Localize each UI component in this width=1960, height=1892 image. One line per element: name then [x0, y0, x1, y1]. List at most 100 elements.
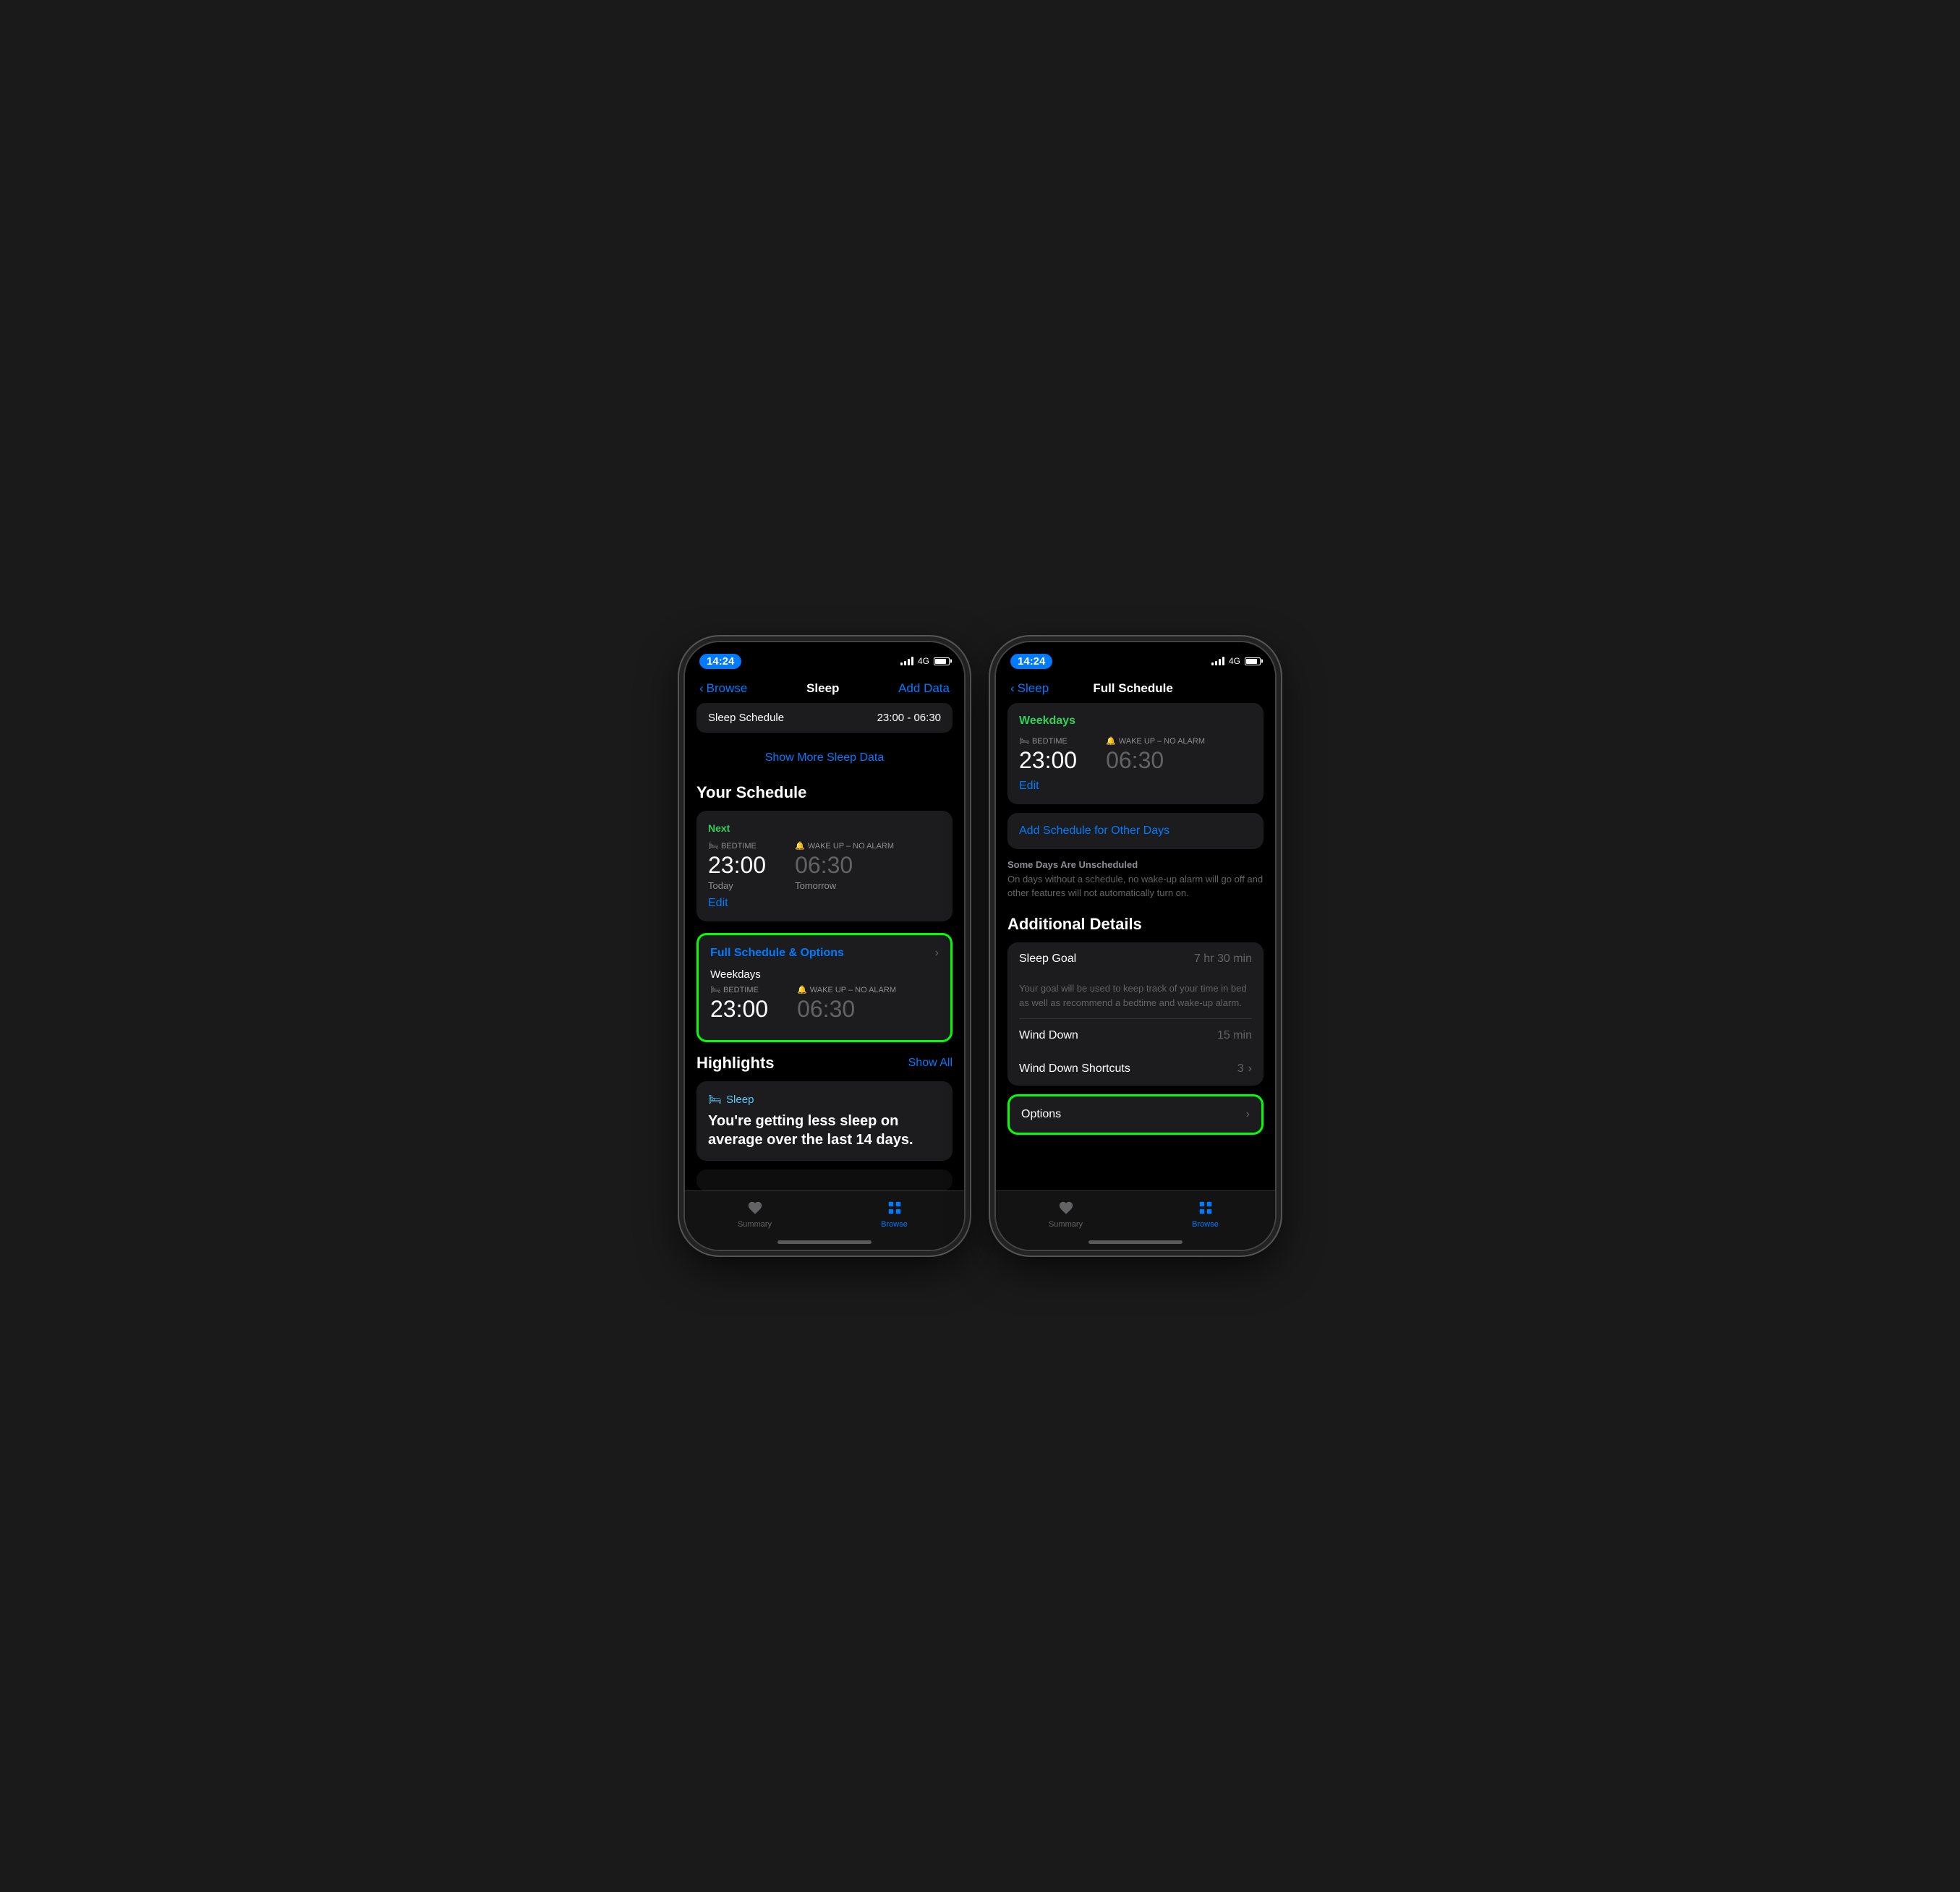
show-more-sleep-btn[interactable]: Show More Sleep Data: [696, 744, 953, 772]
phone-1: 14:24 4G ‹ Browse: [683, 641, 966, 1251]
detail-card-group: Sleep Goal 7 hr 30 min Your goal will be…: [1007, 942, 1264, 1086]
cutoff-card: [696, 1169, 953, 1191]
nav-bar-2: ‹ Sleep Full Schedule: [996, 674, 1275, 703]
tab-browse-label-2: Browse: [1192, 1220, 1219, 1229]
back-chevron-2: ‹: [1010, 681, 1015, 696]
unscheduled-body: On days without a schedule, no wake-up a…: [1007, 874, 1263, 899]
weekdays-card: Weekdays 🛏 BEDTIME 23:00 🔔 WAKE UP – NO …: [1007, 703, 1264, 804]
weekdays-edit-link[interactable]: Edit: [1019, 780, 1252, 793]
status-icons-2: 4G: [1211, 656, 1261, 666]
signal-bar-2-4: [1222, 657, 1224, 665]
edit-link-1[interactable]: Edit: [708, 897, 941, 910]
status-time-1: 14:24: [699, 654, 741, 669]
weekdays-bedtime-value: 23:00: [1019, 747, 1077, 774]
your-schedule-label: Your Schedule: [696, 783, 806, 802]
full-schedule-label: Full Schedule & Options: [710, 947, 844, 960]
shortcuts-chevron-icon: ›: [1248, 1062, 1252, 1075]
weekdays-times: 🛏 BEDTIME 23:00 🔔 WAKE UP – NO ALARM 06:…: [1019, 736, 1252, 774]
highlights-body-text: You're getting less sleep on average ove…: [708, 1112, 941, 1149]
notch-2: [1078, 642, 1193, 664]
highlights-heading: Highlights Show All: [696, 1054, 953, 1073]
sleep-goal-note: Your goal will be used to keep track of …: [1019, 977, 1247, 1017]
tab-bar-2: Summary Browse: [996, 1190, 1275, 1250]
additional-details-heading: Additional Details: [1007, 915, 1264, 934]
status-icons-1: 4G: [900, 656, 950, 666]
signal-type-2: 4G: [1229, 656, 1240, 666]
options-chevron-icon: ›: [1246, 1108, 1250, 1121]
summary-icon-2: [1057, 1198, 1075, 1217]
wakeup-value-1: 06:30: [795, 852, 894, 879]
signal-bars-1: [900, 657, 913, 665]
tab-bar-1: Summary Browse: [685, 1190, 964, 1250]
screen-2: ‹ Sleep Full Schedule Weekdays 🛏 BEDTIME…: [996, 674, 1275, 1250]
nav-title-1: Sleep: [806, 681, 839, 696]
full-schedule-row: Full Schedule & Options ›: [710, 947, 939, 960]
full-wakeup-value: 06:30: [797, 996, 896, 1023]
screen-1: ‹ Browse Sleep Add Data Sleep Schedule 2…: [685, 674, 964, 1250]
battery-fill-1: [935, 659, 946, 664]
sleep-goal-value: 7 hr 30 min: [1194, 953, 1252, 966]
nav-action-1[interactable]: Add Data: [898, 681, 950, 696]
sleep-goal-label: Sleep Goal: [1019, 953, 1076, 966]
tab-summary-2[interactable]: Summary: [996, 1198, 1135, 1229]
nav-back-2[interactable]: ‹ Sleep: [1010, 681, 1049, 696]
wakeup-sub-1: Tomorrow: [795, 880, 894, 891]
unscheduled-title: Some Days Are Unscheduled: [1007, 859, 1138, 870]
show-all-btn[interactable]: Show All: [908, 1057, 953, 1070]
full-bedtime-col: 🛏 BEDTIME 23:00: [710, 985, 768, 1023]
wind-down-row[interactable]: Wind Down 15 min: [1007, 1019, 1264, 1052]
signal-bar-3: [908, 659, 910, 665]
bedtime-value-1: 23:00: [708, 852, 766, 879]
nav-back-label-1[interactable]: Browse: [707, 681, 748, 696]
full-bedtime-value: 23:00: [710, 996, 768, 1023]
full-schedule-chevron-icon: ›: [935, 947, 939, 960]
scroll-content-1: Sleep Schedule 23:00 - 06:30 Show More S…: [685, 703, 964, 1203]
nav-bar-1: ‹ Browse Sleep Add Data: [685, 674, 964, 703]
schedule-times-1: 🛏 BEDTIME 23:00 Today 🔔 WAKE UP – NO ALA…: [708, 841, 941, 891]
wakeup-label-1: 🔔 WAKE UP – NO ALARM: [795, 841, 894, 851]
highlights-sleep-label: 🛏 Sleep: [708, 1093, 941, 1106]
scroll-content-2: Weekdays 🛏 BEDTIME 23:00 🔔 WAKE UP – NO …: [996, 703, 1275, 1203]
signal-bars-2: [1211, 657, 1224, 665]
browse-icon-1: [885, 1198, 904, 1217]
full-schedule-times: 🛏 BEDTIME 23:00 🔔 WAKE UP – NO ALARM 06:…: [710, 985, 939, 1023]
nav-back-1[interactable]: ‹ Browse: [699, 681, 747, 696]
schedule-day-label: Weekdays: [710, 968, 939, 981]
sleep-banner-label: Sleep Schedule: [708, 712, 784, 724]
weekdays-bedtime-label: 🛏 BEDTIME: [1019, 736, 1077, 746]
wind-down-shortcuts-row[interactable]: Wind Down Shortcuts 3 ›: [1007, 1052, 1264, 1086]
battery-fill-2: [1246, 659, 1257, 664]
weekdays-wakeup-col: 🔔 WAKE UP – NO ALARM 06:30: [1106, 736, 1205, 774]
full-wakeup-label: 🔔 WAKE UP – NO ALARM: [797, 985, 896, 994]
weekdays-bedtime-col: 🛏 BEDTIME 23:00: [1019, 736, 1077, 774]
wind-down-shortcuts-value: 3 ›: [1237, 1062, 1252, 1075]
tab-browse-2[interactable]: Browse: [1135, 1198, 1275, 1229]
notch-1: [767, 642, 882, 664]
options-card[interactable]: Options ›: [1007, 1094, 1264, 1135]
sleep-banner-value: 23:00 - 06:30: [877, 712, 941, 724]
highlights-label: Highlights: [696, 1054, 775, 1073]
signal-bar-2-1: [1211, 662, 1214, 665]
tab-browse-1[interactable]: Browse: [825, 1198, 964, 1229]
status-time-2: 14:24: [1010, 654, 1052, 669]
sleep-goal-row[interactable]: Sleep Goal 7 hr 30 min: [1007, 942, 1264, 976]
full-schedule-card[interactable]: Full Schedule & Options › Weekdays 🛏 BED…: [696, 933, 953, 1042]
home-indicator-1: [777, 1240, 872, 1244]
add-schedule-btn[interactable]: Add Schedule for Other Days: [1007, 813, 1264, 849]
battery-icon-2: [1245, 657, 1261, 665]
tab-summary-label-1: Summary: [738, 1220, 772, 1229]
nav-back-label-2[interactable]: Sleep: [1018, 681, 1049, 696]
weekdays-label: Weekdays: [1019, 715, 1252, 728]
wind-down-shortcuts-label: Wind Down Shortcuts: [1019, 1062, 1130, 1075]
summary-icon-1: [746, 1198, 764, 1217]
additional-details-section: Additional Details Sleep Goal 7 hr 30 mi…: [1007, 915, 1264, 1135]
back-chevron-1: ‹: [699, 681, 704, 696]
browse-icon-2: [1196, 1198, 1215, 1217]
your-schedule-heading: Your Schedule: [696, 783, 953, 802]
sleep-goal-note-wrap: Your goal will be used to keep track of …: [1007, 976, 1264, 1018]
unscheduled-note: Some Days Are Unscheduled On days withou…: [1007, 855, 1264, 912]
tab-summary-1[interactable]: Summary: [685, 1198, 825, 1229]
sleep-icon: 🛏: [708, 1093, 722, 1106]
wind-down-value: 15 min: [1217, 1029, 1252, 1042]
signal-bar-2-2: [1215, 661, 1217, 665]
